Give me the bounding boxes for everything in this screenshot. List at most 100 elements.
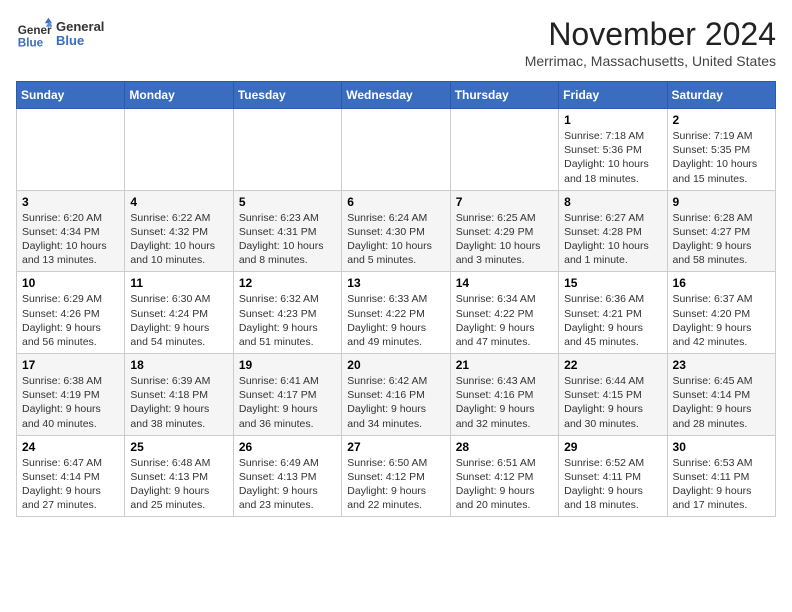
column-header-tuesday: Tuesday: [233, 82, 341, 109]
day-number: 9: [673, 195, 770, 209]
day-info: Sunrise: 6:37 AMSunset: 4:20 PMDaylight:…: [673, 292, 770, 349]
day-number: 24: [22, 440, 119, 454]
svg-text:Blue: Blue: [18, 37, 44, 50]
day-number: 1: [564, 113, 661, 127]
day-number: 30: [673, 440, 770, 454]
page-header: General Blue General Blue November 2024 …: [16, 16, 776, 69]
calendar-cell: 7 Sunrise: 6:25 AMSunset: 4:29 PMDaylight…: [450, 190, 558, 272]
day-number: 2: [673, 113, 770, 127]
day-info: Sunrise: 6:53 AMSunset: 4:11 PMDaylight:…: [673, 456, 770, 513]
calendar-cell: 9 Sunrise: 6:28 AMSunset: 4:27 PMDaylight…: [667, 190, 775, 272]
day-info: Sunrise: 6:29 AMSunset: 4:26 PMDaylight:…: [22, 292, 119, 349]
day-info: Sunrise: 6:33 AMSunset: 4:22 PMDaylight:…: [347, 292, 444, 349]
calendar-cell: 11Sunrise: 6:30 AMSunset: 4:24 PMDayligh…: [125, 272, 233, 354]
day-number: 8: [564, 195, 661, 209]
day-info: Sunrise: 6:32 AMSunset: 4:23 PMDaylight:…: [239, 292, 336, 349]
day-number: 7: [456, 195, 553, 209]
day-info: Sunrise: 6:22 AMSunset: 4:32 PMDaylight:…: [130, 211, 227, 268]
day-number: 11: [130, 276, 227, 290]
calendar-cell: 12 Sunrise: 6:32 AMSunset: 4:23 PMDayligh…: [233, 272, 341, 354]
day-number: 27: [347, 440, 444, 454]
column-header-monday: Monday: [125, 82, 233, 109]
day-info: Sunrise: 6:24 AMSunset: 4:30 PMDaylight:…: [347, 211, 444, 268]
day-number: 3: [22, 195, 119, 209]
day-number: 22: [564, 358, 661, 372]
day-info: Sunrise: 6:36 AMSunset: 4:21 PMDaylight:…: [564, 292, 661, 349]
calendar-cell: 24Sunrise: 6:47 AMSunset: 4:14 PMDayligh…: [17, 435, 125, 517]
day-info: Sunrise: 6:25 AMSunset: 4:29 PMDaylight:…: [456, 211, 553, 268]
column-header-thursday: Thursday: [450, 82, 558, 109]
day-info: Sunrise: 6:38 AMSunset: 4:19 PMDaylight:…: [22, 374, 119, 431]
day-number: 18: [130, 358, 227, 372]
location-subtitle: Merrimac, Massachusetts, United States: [525, 53, 776, 69]
calendar-cell: 16 Sunrise: 6:37 AMSunset: 4:20 PMDayligh…: [667, 272, 775, 354]
calendar-week-row: 10Sunrise: 6:29 AMSunset: 4:26 PMDayligh…: [17, 272, 776, 354]
calendar-cell: 5 Sunrise: 6:23 AMSunset: 4:31 PMDaylight…: [233, 190, 341, 272]
day-info: Sunrise: 6:44 AMSunset: 4:15 PMDaylight:…: [564, 374, 661, 431]
calendar-cell: 20 Sunrise: 6:42 AMSunset: 4:16 PMDayligh…: [342, 354, 450, 436]
calendar-cell: 21 Sunrise: 6:43 AMSunset: 4:16 PMDayligh…: [450, 354, 558, 436]
day-number: 23: [673, 358, 770, 372]
day-number: 21: [456, 358, 553, 372]
calendar-cell: 13 Sunrise: 6:33 AMSunset: 4:22 PMDayligh…: [342, 272, 450, 354]
day-info: Sunrise: 6:50 AMSunset: 4:12 PMDaylight:…: [347, 456, 444, 513]
day-number: 12: [239, 276, 336, 290]
calendar-cell: 27 Sunrise: 6:50 AMSunset: 4:12 PMDayligh…: [342, 435, 450, 517]
day-info: Sunrise: 6:28 AMSunset: 4:27 PMDaylight:…: [673, 211, 770, 268]
day-info: Sunrise: 6:27 AMSunset: 4:28 PMDaylight:…: [564, 211, 661, 268]
calendar-cell: 14Sunrise: 6:34 AMSunset: 4:22 PMDayligh…: [450, 272, 558, 354]
day-number: 29: [564, 440, 661, 454]
day-number: 16: [673, 276, 770, 290]
day-number: 5: [239, 195, 336, 209]
column-header-sunday: Sunday: [17, 82, 125, 109]
column-header-saturday: Saturday: [667, 82, 775, 109]
calendar-cell: 15 Sunrise: 6:36 AMSunset: 4:21 PMDayligh…: [559, 272, 667, 354]
day-info: Sunrise: 6:43 AMSunset: 4:16 PMDaylight:…: [456, 374, 553, 431]
day-number: 25: [130, 440, 227, 454]
day-number: 4: [130, 195, 227, 209]
day-number: 28: [456, 440, 553, 454]
day-info: Sunrise: 6:52 AMSunset: 4:11 PMDaylight:…: [564, 456, 661, 513]
calendar-cell: 29 Sunrise: 6:52 AMSunset: 4:11 PMDayligh…: [559, 435, 667, 517]
day-number: 20: [347, 358, 444, 372]
calendar-cell: 22 Sunrise: 6:44 AMSunset: 4:15 PMDayligh…: [559, 354, 667, 436]
calendar-cell: [450, 109, 558, 191]
day-number: 15: [564, 276, 661, 290]
day-info: Sunrise: 6:42 AMSunset: 4:16 PMDaylight:…: [347, 374, 444, 431]
calendar-cell: 1 Sunrise: 7:18 AMSunset: 5:36 PMDaylight…: [559, 109, 667, 191]
calendar-cell: 18Sunrise: 6:39 AMSunset: 4:18 PMDayligh…: [125, 354, 233, 436]
logo-icon: General Blue: [16, 16, 52, 52]
calendar-cell: [342, 109, 450, 191]
column-header-wednesday: Wednesday: [342, 82, 450, 109]
day-number: 26: [239, 440, 336, 454]
calendar-cell: [233, 109, 341, 191]
calendar-cell: 2Sunrise: 7:19 AMSunset: 5:35 PMDaylight…: [667, 109, 775, 191]
logo: General Blue General Blue: [16, 16, 104, 52]
calendar-cell: 28 Sunrise: 6:51 AMSunset: 4:12 PMDayligh…: [450, 435, 558, 517]
day-number: 13: [347, 276, 444, 290]
calendar-cell: 10Sunrise: 6:29 AMSunset: 4:26 PMDayligh…: [17, 272, 125, 354]
day-info: Sunrise: 6:23 AMSunset: 4:31 PMDaylight:…: [239, 211, 336, 268]
day-info: Sunrise: 6:45 AMSunset: 4:14 PMDaylight:…: [673, 374, 770, 431]
day-info: Sunrise: 7:18 AMSunset: 5:36 PMDaylight:…: [564, 129, 661, 186]
day-info: Sunrise: 6:49 AMSunset: 4:13 PMDaylight:…: [239, 456, 336, 513]
calendar-cell: 17 Sunrise: 6:38 AMSunset: 4:19 PMDayligh…: [17, 354, 125, 436]
calendar-week-row: 3Sunrise: 6:20 AMSunset: 4:34 PMDaylight…: [17, 190, 776, 272]
calendar-cell: 19 Sunrise: 6:41 AMSunset: 4:17 PMDayligh…: [233, 354, 341, 436]
title-section: November 2024 Merrimac, Massachusetts, U…: [525, 16, 776, 69]
calendar-cell: [17, 109, 125, 191]
calendar-header-row: SundayMondayTuesdayWednesdayThursdayFrid…: [17, 82, 776, 109]
calendar-cell: 23 Sunrise: 6:45 AMSunset: 4:14 PMDayligh…: [667, 354, 775, 436]
calendar-cell: [125, 109, 233, 191]
day-info: Sunrise: 6:34 AMSunset: 4:22 PMDaylight:…: [456, 292, 553, 349]
logo-general: General: [56, 20, 104, 34]
day-number: 6: [347, 195, 444, 209]
day-info: Sunrise: 6:51 AMSunset: 4:12 PMDaylight:…: [456, 456, 553, 513]
day-number: 19: [239, 358, 336, 372]
day-info: Sunrise: 6:41 AMSunset: 4:17 PMDaylight:…: [239, 374, 336, 431]
calendar-cell: 3Sunrise: 6:20 AMSunset: 4:34 PMDaylight…: [17, 190, 125, 272]
day-number: 17: [22, 358, 119, 372]
calendar-cell: 8 Sunrise: 6:27 AMSunset: 4:28 PMDaylight…: [559, 190, 667, 272]
calendar-cell: 6 Sunrise: 6:24 AMSunset: 4:30 PMDaylight…: [342, 190, 450, 272]
calendar-cell: 4 Sunrise: 6:22 AMSunset: 4:32 PMDaylight…: [125, 190, 233, 272]
